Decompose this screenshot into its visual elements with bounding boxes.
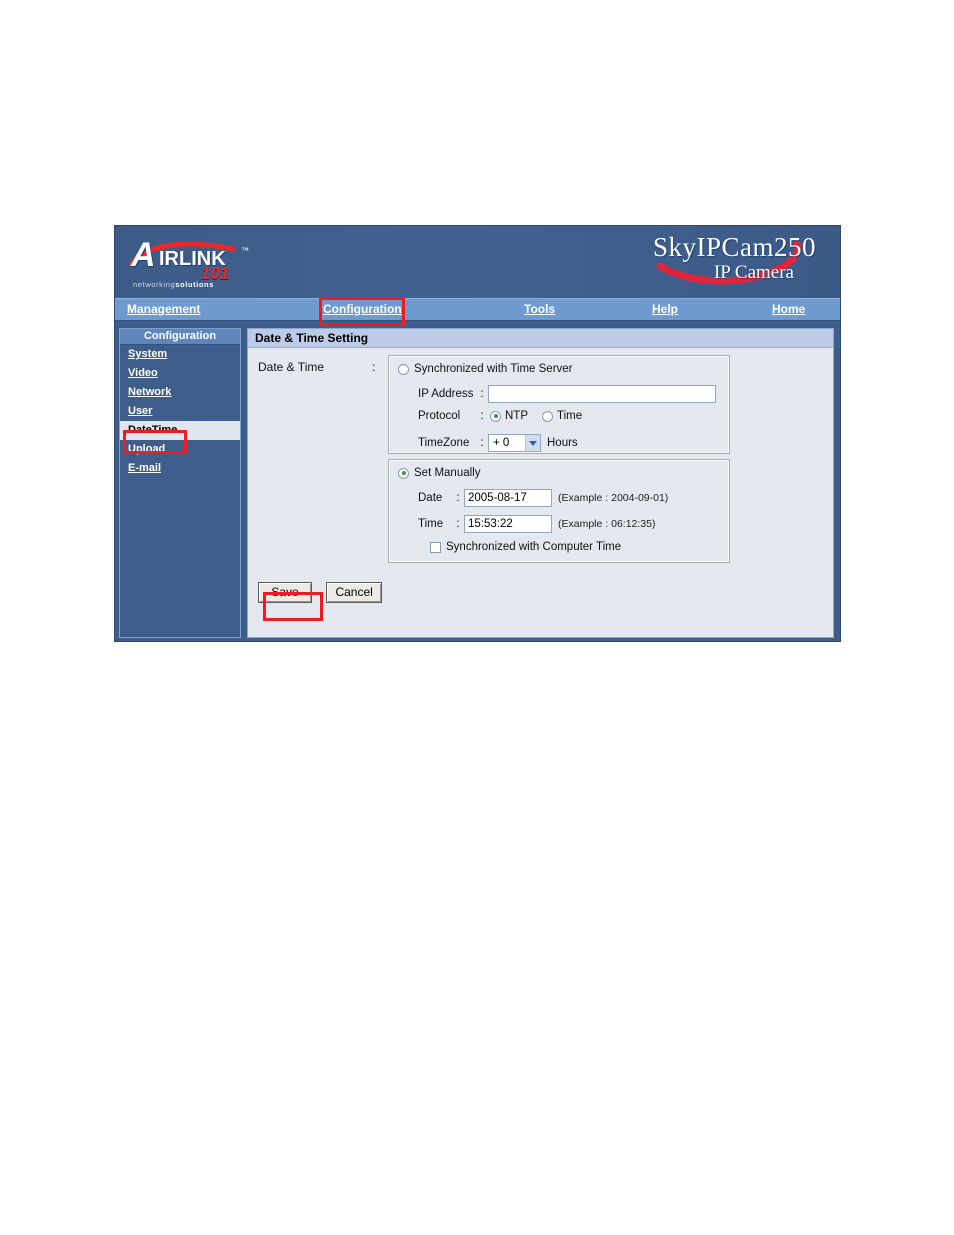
nav-item-configuration[interactable]: Configuration [323, 301, 402, 317]
set-manually-label: Set Manually [414, 467, 481, 479]
form-button-bar: Save Cancel [258, 582, 392, 603]
timezone-unit-label: Hours [547, 437, 578, 449]
date-time-row-label: Date & Time [258, 360, 325, 374]
sidebar-item-video[interactable]: Video [120, 364, 240, 383]
ip-address-colon: : [480, 388, 484, 400]
sync-computer-time-checkbox-icon[interactable] [430, 541, 441, 553]
ip-address-label: IP Address [418, 388, 474, 400]
protocol-time-option[interactable]: Time [542, 410, 582, 422]
timezone-row: TimeZone : + 0 Hours [418, 434, 578, 452]
sync-time-server-radio-row[interactable]: Synchronized with Time Server [398, 363, 573, 375]
configuration-sidebar: Configuration System Video Network User … [119, 328, 241, 638]
timezone-selected-value: + 0 [493, 437, 510, 449]
set-manually-radio-icon[interactable] [398, 467, 409, 479]
content-panel: Date & Time Setting Date & Time : Synchr… [247, 328, 834, 638]
main-navigation-bar: Management Configuration Tools Help Home [115, 298, 840, 321]
sidebar-title: Configuration [120, 329, 240, 345]
protocol-label: Protocol [418, 410, 461, 422]
protocol-colon: : [480, 410, 484, 422]
page-canvas: A IRLINK ™ 101 networkingsolutions SkyIP… [0, 0, 954, 1235]
sync-time-server-label: Synchronized with Time Server [414, 363, 573, 375]
sidebar-item-upload[interactable]: Upload [120, 440, 240, 459]
app-header: A IRLINK ™ 101 networkingsolutions SkyIP… [115, 226, 840, 298]
date-input[interactable] [464, 489, 552, 507]
time-server-fieldset: Synchronized with Time Server IP Address… [388, 355, 730, 454]
logo-tagline: networkingsolutions [133, 280, 214, 289]
sync-time-server-option-row: Synchronized with Time Server [390, 357, 728, 381]
save-button[interactable]: Save [258, 582, 312, 603]
logo-tagline-light: networking [133, 280, 176, 289]
chevron-down-icon[interactable] [525, 435, 540, 451]
time-example-hint: (Example : 06:12:35) [558, 518, 656, 530]
camera-web-ui-frame: A IRLINK ™ 101 networkingsolutions SkyIP… [114, 225, 841, 642]
sync-time-server-radio-icon[interactable] [398, 363, 409, 375]
timezone-select[interactable]: + 0 [488, 434, 541, 452]
time-row: Time : (Example : 06:12:35) [418, 515, 655, 533]
set-manually-fieldset: Set Manually Date : (Example : 2004-09-0… [388, 459, 730, 563]
ip-address-row: IP Address : [418, 385, 716, 403]
timezone-colon: : [480, 437, 484, 449]
airlink-logo: A IRLINK ™ 101 networkingsolutions [129, 234, 265, 292]
date-time-row-colon: : [372, 360, 376, 374]
nav-item-help[interactable]: Help [652, 301, 678, 317]
content-title: Date & Time Setting [248, 329, 833, 348]
nav-item-home[interactable]: Home [772, 301, 805, 317]
sidebar-item-datetime[interactable]: DateTime [120, 421, 240, 440]
cancel-button[interactable]: Cancel [326, 582, 382, 603]
product-title-block: SkyIPCam250 IP Camera [576, 232, 816, 294]
page-body: Configuration System Video Network User … [115, 321, 840, 642]
protocol-time-radio-icon[interactable] [542, 410, 553, 422]
logo-tagline-bold: solutions [175, 280, 215, 289]
product-subtitle: IP Camera [713, 262, 794, 283]
content-inner: Date & Time : Synchronized with Time Ser… [248, 348, 833, 638]
sidebar-item-email[interactable]: E-mail [120, 459, 240, 478]
protocol-ntp-option[interactable]: NTP [490, 410, 528, 422]
date-label: Date [418, 492, 443, 504]
protocol-row: Protocol : NTP Time [418, 410, 582, 422]
sync-computer-time-label: Synchronized with Computer Time [446, 541, 622, 553]
protocol-ntp-radio-icon[interactable] [490, 410, 501, 422]
logo-letter-a: A [131, 236, 156, 274]
sync-computer-time-option[interactable]: Synchronized with Computer Time [430, 541, 621, 553]
time-label: Time [418, 518, 444, 530]
nav-item-tools[interactable]: Tools [524, 301, 555, 317]
ip-address-input[interactable] [488, 385, 716, 403]
sidebar-item-user[interactable]: User [120, 402, 240, 421]
date-example-hint: (Example : 2004-09-01) [558, 492, 669, 504]
date-colon: : [456, 492, 460, 504]
logo-trademark: ™ [241, 246, 249, 255]
set-manually-option-row: Set Manually [390, 461, 728, 485]
sidebar-item-system[interactable]: System [120, 345, 240, 364]
sync-computer-time-row: Synchronized with Computer Time [430, 541, 621, 553]
date-row: Date : (Example : 2004-09-01) [418, 489, 668, 507]
timezone-label: TimeZone [418, 437, 470, 449]
nav-item-management[interactable]: Management [127, 301, 200, 317]
time-colon: : [456, 518, 460, 530]
set-manually-radio-row[interactable]: Set Manually [398, 467, 480, 479]
protocol-ntp-label: NTP [505, 410, 528, 422]
product-name: SkyIPCam250 [652, 232, 816, 262]
time-input[interactable] [464, 515, 552, 533]
protocol-time-label: Time [557, 410, 583, 422]
sidebar-item-network[interactable]: Network [120, 383, 240, 402]
